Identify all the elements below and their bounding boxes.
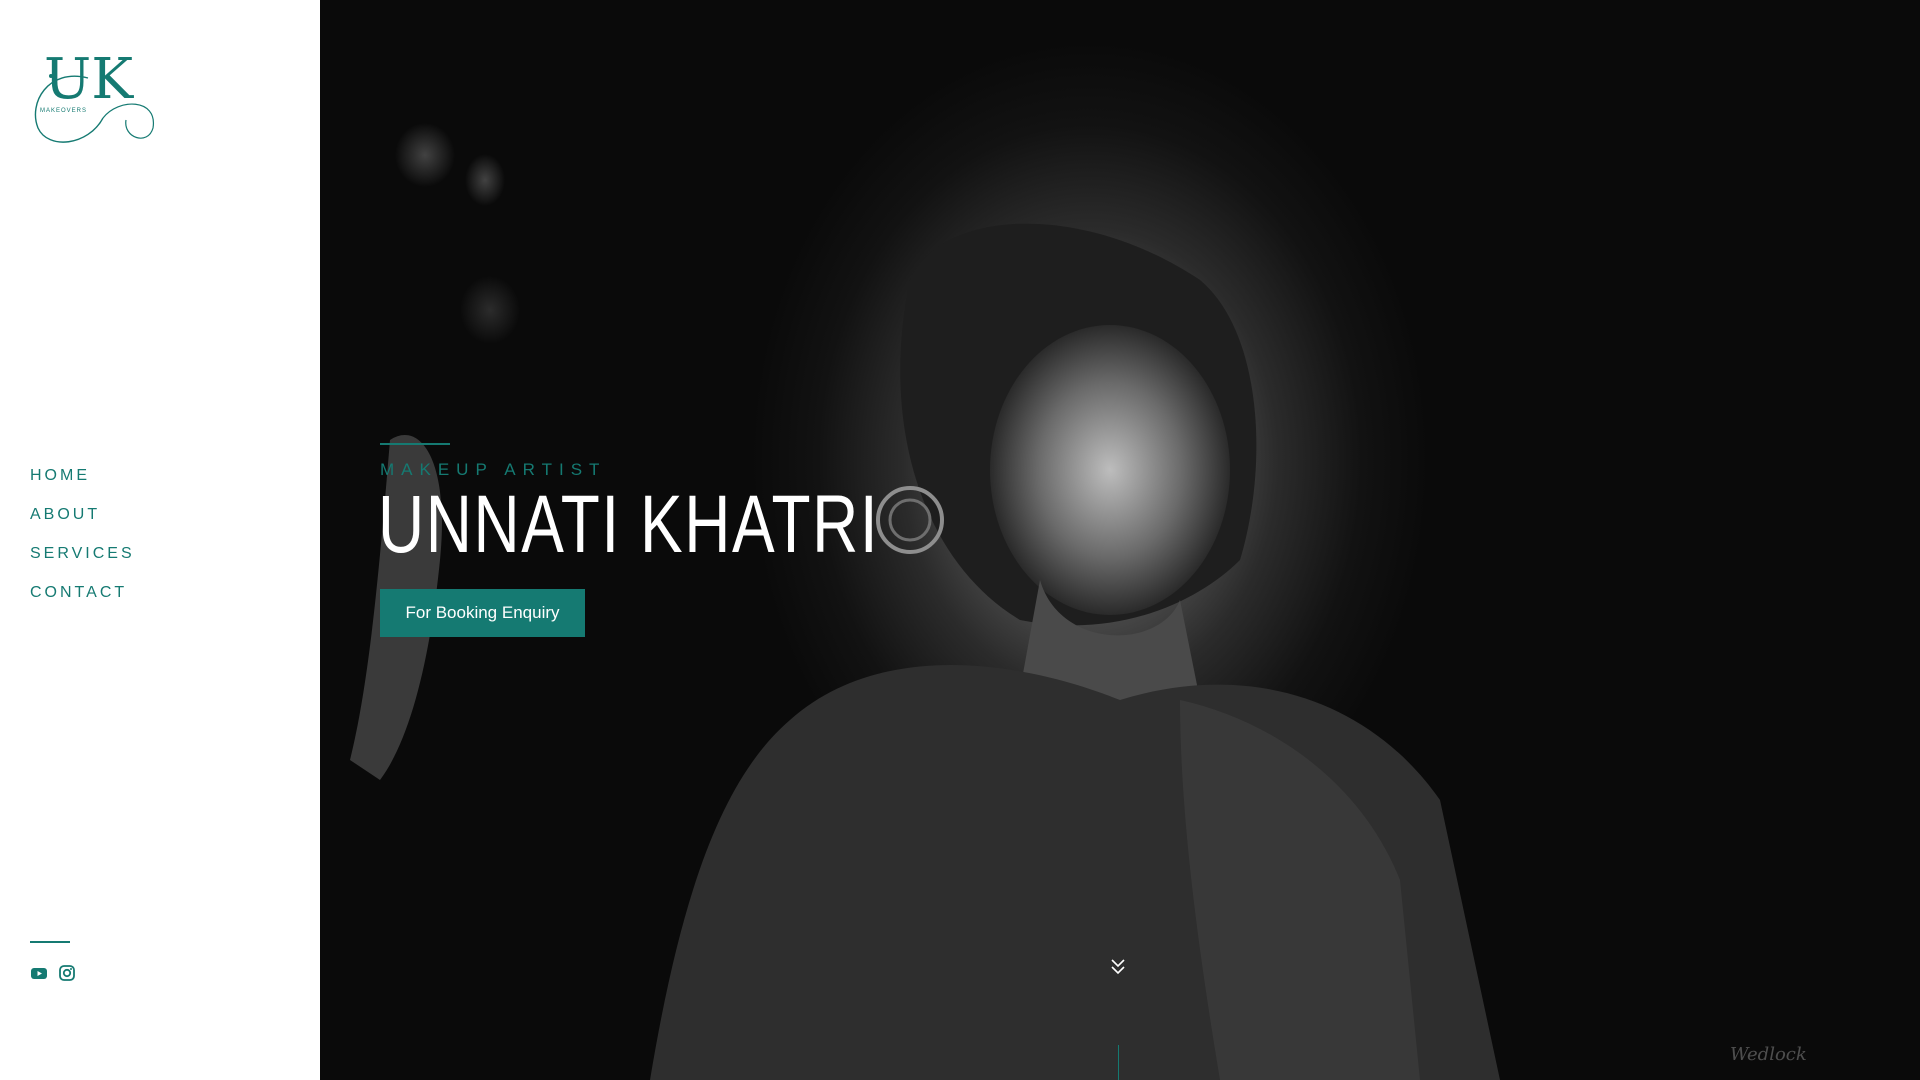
hero-accent-line (380, 443, 450, 445)
instagram-icon[interactable] (58, 964, 76, 982)
scroll-indicator-line (1118, 1045, 1119, 1080)
nav-item-contact[interactable]: CONTACT (30, 581, 135, 620)
nav-item-services[interactable]: SERVICES (30, 542, 135, 581)
nav-item-about[interactable]: ABOUT (30, 503, 135, 542)
watermark-text: Wedlock (1730, 1044, 1807, 1065)
booking-enquiry-button[interactable]: For Booking Enquiry (380, 589, 585, 637)
photographer-watermark: Wedlock (1730, 1030, 1810, 1080)
social-divider (30, 941, 70, 943)
main-nav: HOME ABOUT SERVICES CONTACT (30, 464, 135, 620)
hero-title: UNNATI KHATRI (378, 479, 880, 570)
double-chevron-down-icon[interactable] (1109, 957, 1127, 977)
sidebar: UK MAKEOVERS HOME ABOUT SERVICES CONTACT (0, 0, 320, 1080)
social-links (30, 964, 76, 982)
logo-letters: UK (44, 47, 134, 112)
site-logo[interactable]: UK MAKEOVERS (28, 52, 158, 144)
logo-subtitle: MAKEOVERS (40, 108, 88, 114)
hero-subtitle: MAKEUP ARTIST (380, 460, 607, 479)
nav-item-home[interactable]: HOME (30, 464, 135, 503)
hero-section: MAKEUP ARTIST UNNATI KHATRI For Booking … (320, 0, 1920, 1080)
youtube-icon[interactable] (30, 964, 48, 982)
